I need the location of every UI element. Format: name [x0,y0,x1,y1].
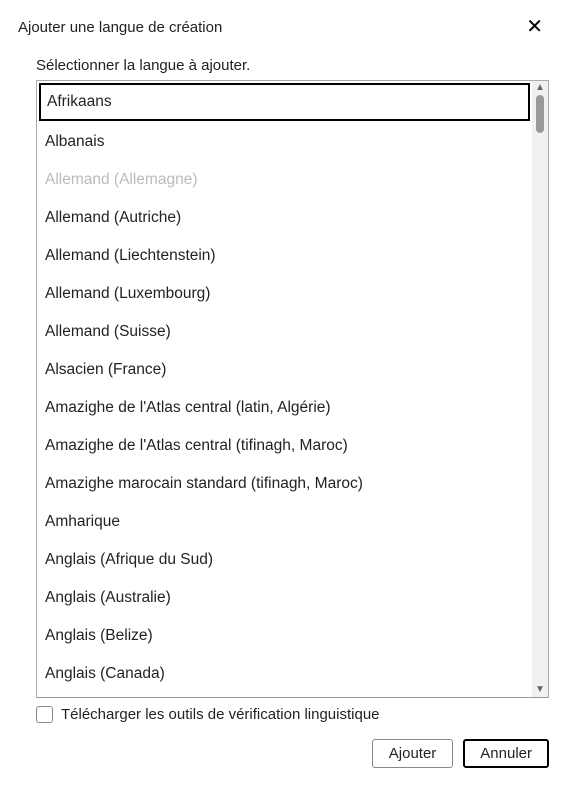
language-listbox[interactable]: AfrikaansAlbanaisAllemand (Allemagne)All… [37,81,532,697]
add-button[interactable]: Ajouter [372,739,454,768]
button-row: Ajouter Annuler [18,739,549,768]
scroll-thumb[interactable] [536,95,544,133]
instruction-label: Sélectionner la langue à ajouter. [36,57,549,74]
language-item[interactable]: Allemand (Suisse) [37,313,532,351]
language-item[interactable]: Anglais (Afrique du Sud) [37,541,532,579]
language-item[interactable]: Anglais (Belize) [37,617,532,655]
language-item[interactable]: Allemand (Luxembourg) [37,275,532,313]
language-item: Allemand (Allemagne) [37,161,532,199]
language-item[interactable]: Amazighe de l'Atlas central (tifinagh, M… [37,427,532,465]
dialog-header: Ajouter une langue de création ✕ [18,15,549,39]
language-item[interactable]: Afrikaans [39,83,530,121]
scrollbar[interactable]: ▲ ▼ [532,81,548,697]
language-item[interactable]: Amazighe marocain standard (tifinagh, Ma… [37,465,532,503]
close-button[interactable]: ✕ [520,15,549,39]
download-tools-label: Télécharger les outils de vérification l… [61,706,380,723]
download-tools-checkbox-row: Télécharger les outils de vérification l… [36,706,549,723]
language-item[interactable]: Anglais (Canada) [37,655,532,693]
language-listbox-container: AfrikaansAlbanaisAllemand (Allemagne)All… [36,80,549,698]
language-item[interactable]: Amazighe de l'Atlas central (latin, Algé… [37,389,532,427]
scroll-down-icon[interactable]: ▼ [535,685,545,695]
close-icon: ✕ [526,16,543,38]
scroll-up-icon[interactable]: ▲ [535,83,545,93]
language-item[interactable]: Albanais [37,123,532,161]
language-item[interactable]: Alsacien (France) [37,351,532,389]
language-item[interactable]: Allemand (Liechtenstein) [37,237,532,275]
language-item[interactable]: Allemand (Autriche) [37,199,532,237]
download-tools-checkbox[interactable] [36,706,53,723]
language-item[interactable]: Anglais (Australie) [37,579,532,617]
language-item[interactable]: Amharique [37,503,532,541]
cancel-button[interactable]: Annuler [463,739,549,768]
dialog-title: Ajouter une langue de création [18,19,222,36]
